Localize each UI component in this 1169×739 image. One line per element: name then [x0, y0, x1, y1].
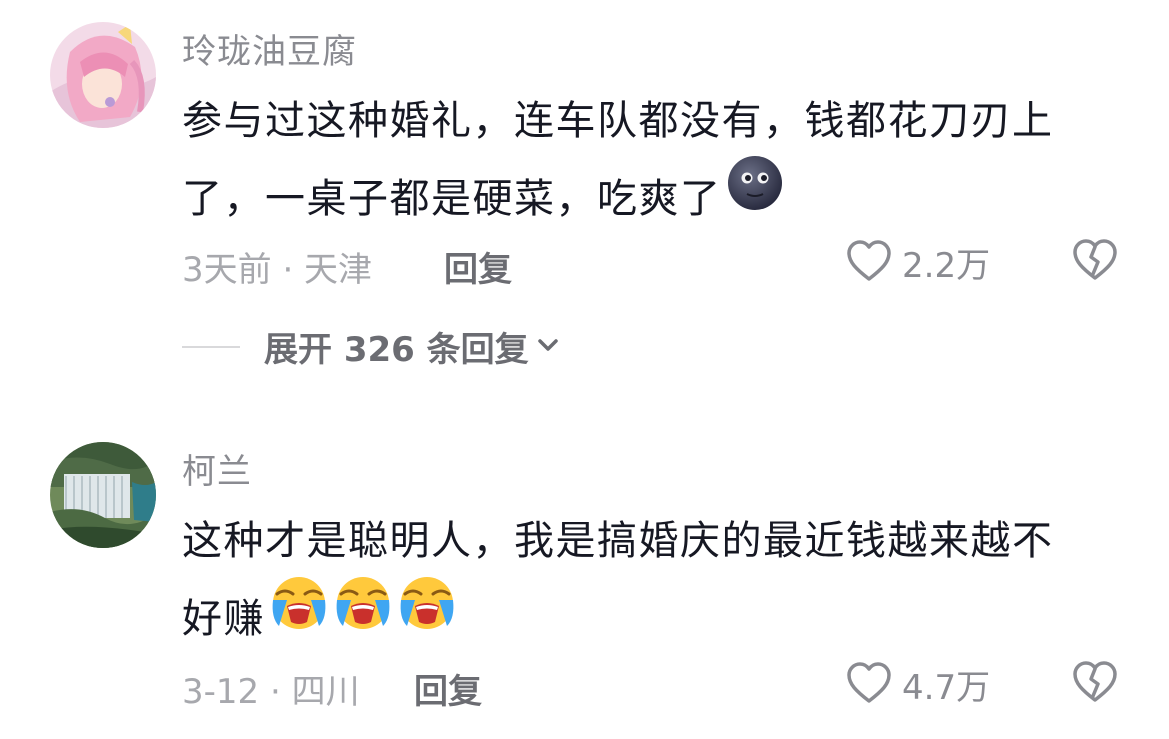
divider: [182, 345, 240, 348]
broken-heart-icon: [1072, 239, 1118, 286]
heart-outline-icon: [846, 239, 892, 287]
expand-replies-label: 展开 326 条回复: [264, 330, 529, 370]
dislike-button[interactable]: [1072, 660, 1118, 708]
new-moon-face-emoji-icon: [726, 154, 784, 236]
comment-meta: 3-12 · 四川: [182, 672, 360, 712]
like-count: 4.7万: [902, 668, 991, 708]
like-button[interactable]: 4.7万: [846, 660, 990, 709]
heart-outline-icon: [846, 661, 892, 709]
avatar[interactable]: [50, 22, 156, 128]
chevron-down-icon: [537, 337, 559, 357]
comment-text-line-with-emoji: 了，一桌子都是硬菜，吃爽了: [182, 156, 1122, 240]
comment-username[interactable]: 柯兰: [182, 444, 252, 493]
comment-item: 柯兰 这种才是聪明人，我是搞婚庆的最近钱越来越不 好赚 3-12 · 四川 回复…: [0, 420, 1169, 739]
broken-heart-icon: [1072, 661, 1118, 708]
comment-text-line: 了，一桌子都是硬菜，吃爽了: [182, 176, 722, 222]
comment-text-line: 这种才是聪明人，我是搞婚庆的最近钱越来越不: [182, 518, 1054, 564]
comment-meta: 3天前 · 天津: [182, 250, 373, 290]
loudly-crying-face-emoji-icon: [269, 574, 329, 656]
like-count: 2.2万: [902, 246, 991, 286]
reply-button[interactable]: 回复: [414, 664, 482, 713]
expand-replies-button[interactable]: 展开 326 条回复: [182, 322, 559, 371]
comment-text-line-with-emoji: 好赚: [182, 577, 1122, 660]
like-button[interactable]: 2.2万: [846, 238, 990, 287]
avatar[interactable]: [50, 442, 156, 548]
comment-text: 这种才是聪明人，我是搞婚庆的最近钱越来越不 好赚: [182, 504, 1122, 660]
reply-button[interactable]: 回复: [444, 242, 512, 291]
loudly-crying-face-emoji-icon: [333, 574, 393, 656]
dislike-button[interactable]: [1072, 238, 1118, 286]
comment-username[interactable]: 玲珑油豆腐: [182, 24, 357, 73]
comment-text-line: 参与过这种婚礼，连车队都没有，钱都花刀刃上: [182, 98, 1054, 144]
comment-text-line: 好赚: [182, 596, 265, 642]
comment-item: 玲珑油豆腐 参与过这种婚礼，连车队都没有，钱都花刀刃上 了，一桌子都是硬菜，吃爽…: [0, 0, 1169, 400]
loudly-crying-face-emoji-icon: [397, 574, 457, 656]
comment-text: 参与过这种婚礼，连车队都没有，钱都花刀刃上 了，一桌子都是硬菜，吃爽了: [182, 84, 1122, 240]
